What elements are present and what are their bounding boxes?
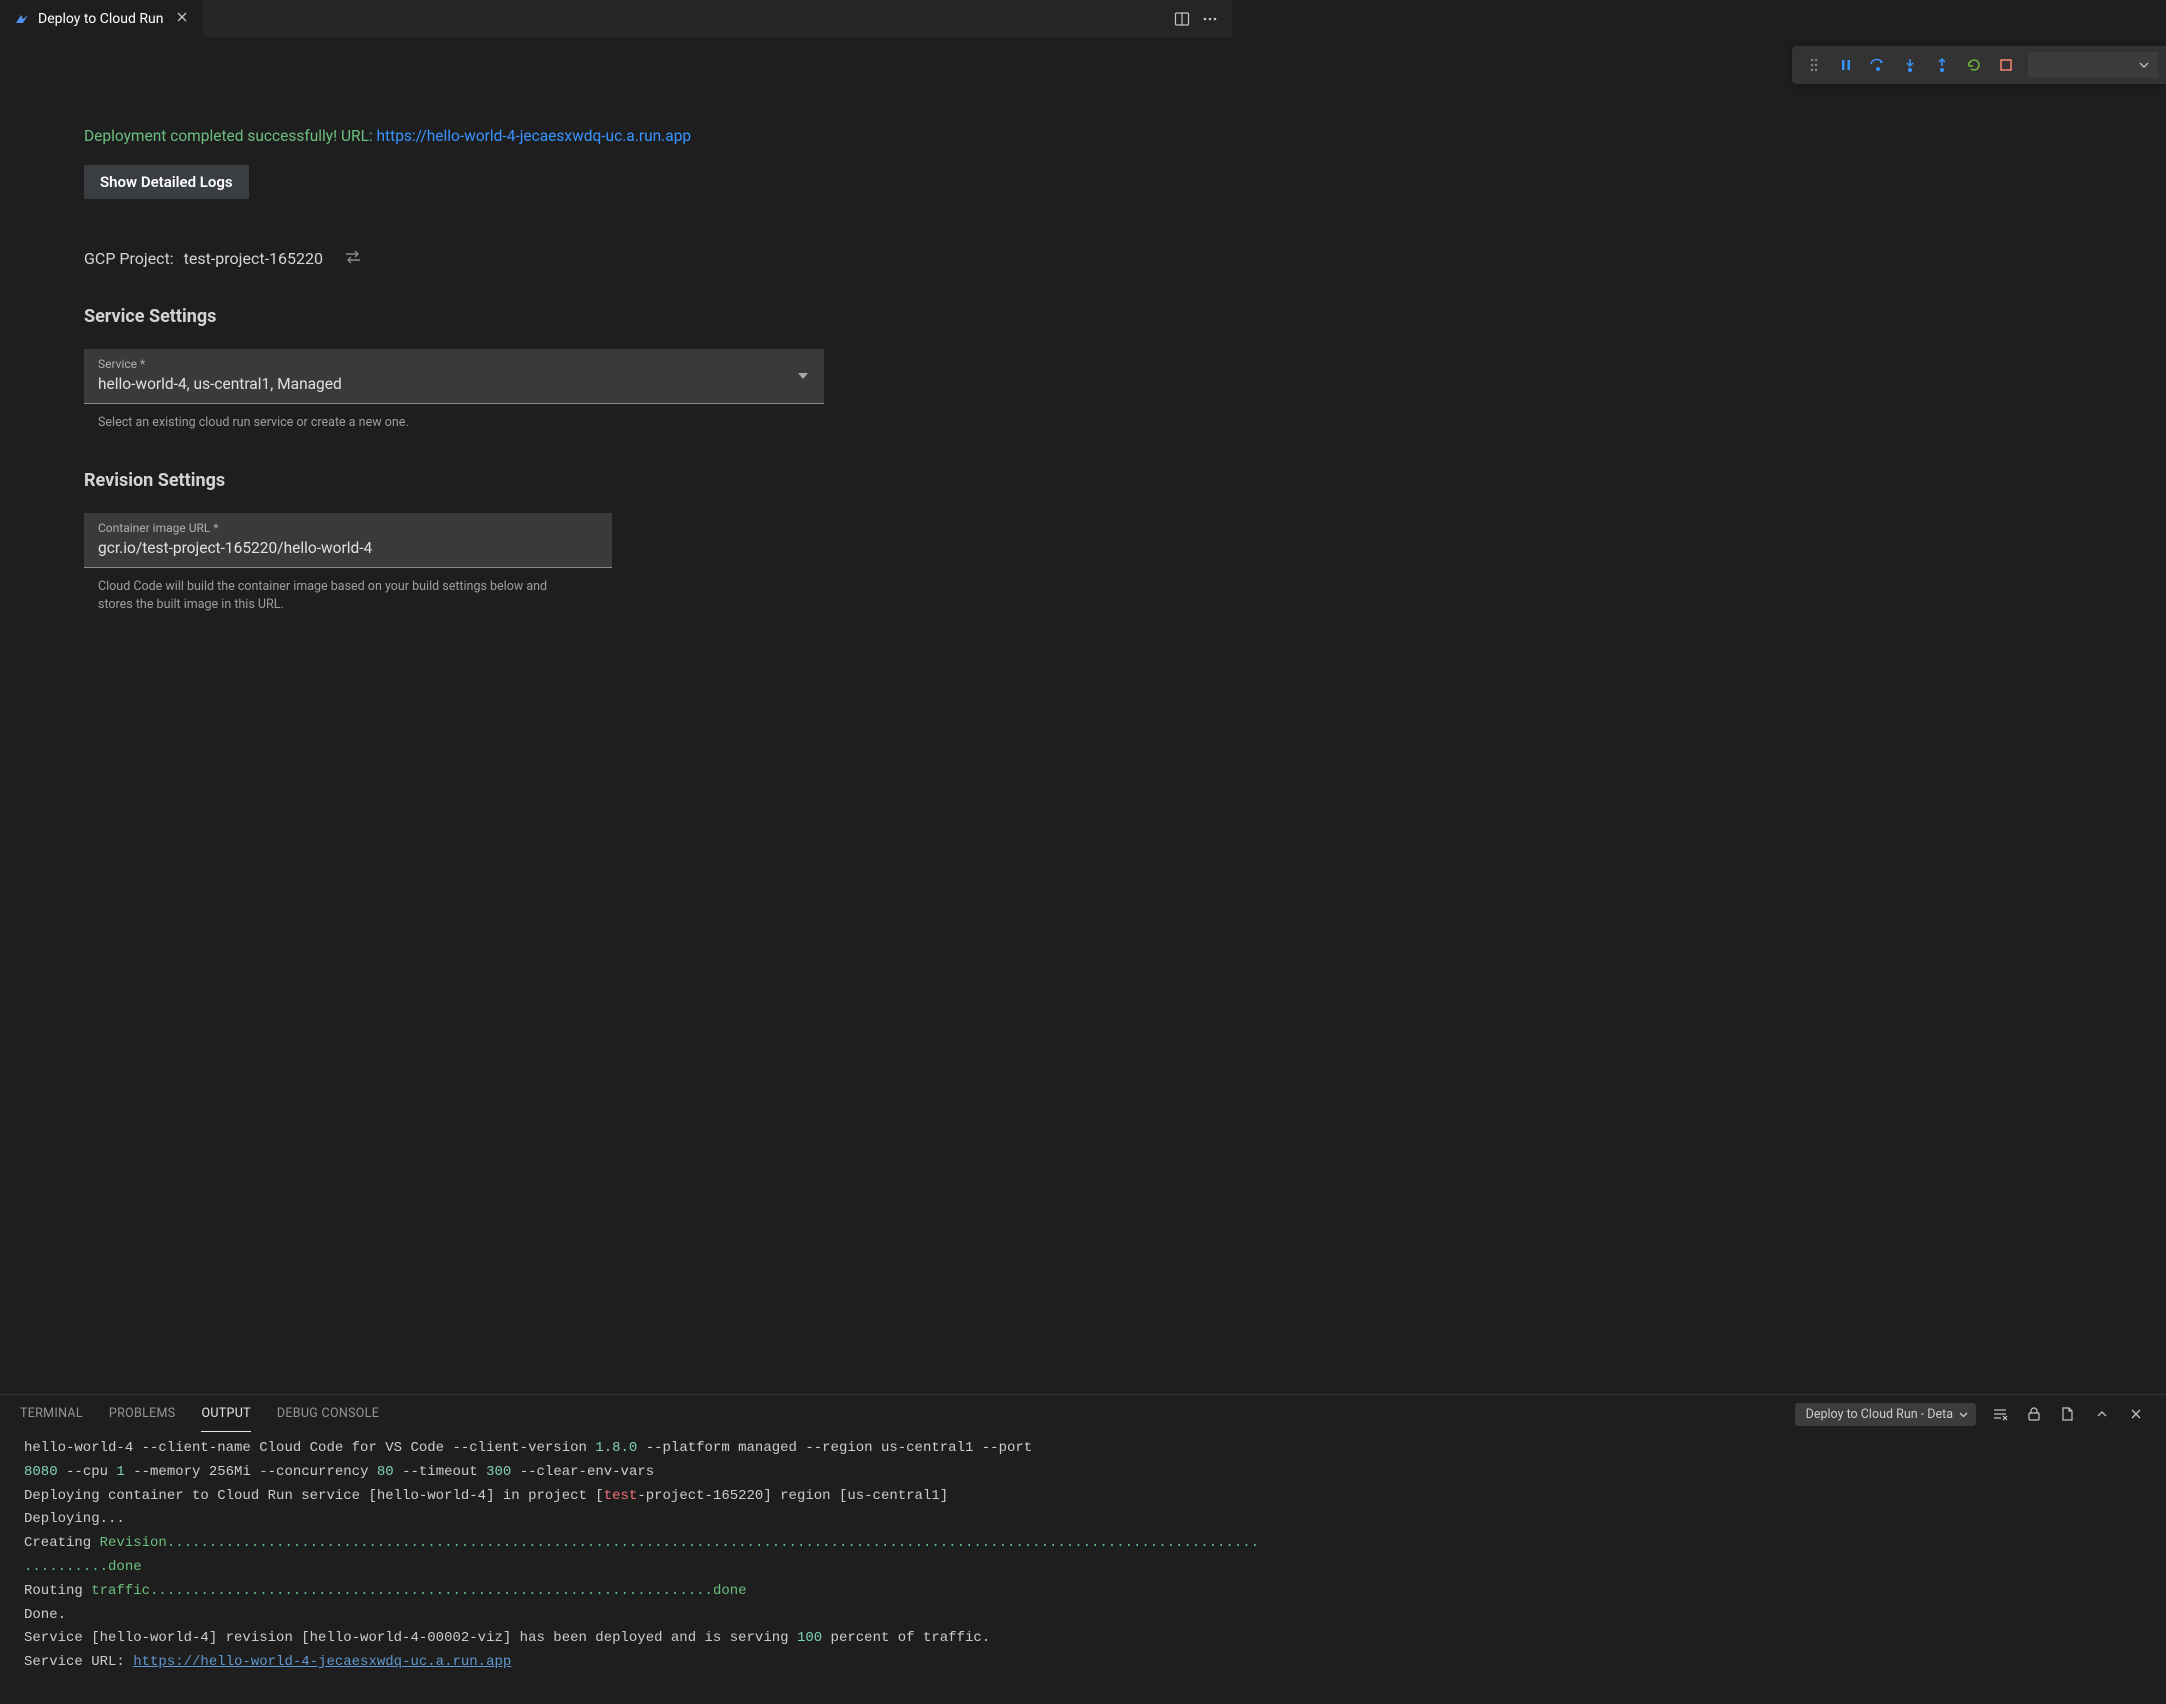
- service-select[interactable]: Service * hello-world-4, us-central1, Ma…: [84, 349, 824, 404]
- container-field-help: Cloud Code will build the container imag…: [84, 578, 584, 614]
- show-detailed-logs-button[interactable]: Show Detailed Logs: [84, 165, 249, 199]
- close-panel-icon[interactable]: [2126, 1404, 2146, 1424]
- gcp-project-value: test-project-165220: [184, 249, 323, 268]
- container-image-input[interactable]: Container image URL * gcr.io/test-projec…: [84, 513, 612, 568]
- service-field-value: hello-world-4, us-central1, Managed: [98, 375, 810, 393]
- output-channel-value: Deploy to Cloud Run - Deta: [1806, 1407, 1953, 1422]
- close-icon[interactable]: [171, 7, 193, 30]
- switch-project-icon[interactable]: [343, 249, 363, 268]
- service-field-label: Service *: [98, 357, 810, 371]
- more-actions-icon[interactable]: [1198, 7, 1222, 31]
- panel-tab-bar: TERMINAL PROBLEMS OUTPUT DEBUG CONSOLE D…: [0, 1395, 2166, 1433]
- tab-bar: Deploy to Cloud Run: [0, 0, 1232, 37]
- chevron-down-icon: [1958, 1409, 1969, 1424]
- open-log-file-icon[interactable]: [2058, 1404, 2078, 1424]
- container-field-value: gcr.io/test-project-165220/hello-world-4: [98, 539, 598, 557]
- chevron-up-icon[interactable]: [2092, 1404, 2112, 1424]
- split-editor-icon[interactable]: [1170, 7, 1194, 31]
- editor-content: Deployment completed successfully! URL: …: [0, 37, 2166, 1394]
- gcp-project-row: GCP Project: test-project-165220: [84, 249, 2082, 268]
- status-message: Deployment completed successfully! URL:: [84, 127, 377, 145]
- tab-terminal[interactable]: TERMINAL: [20, 1396, 83, 1432]
- service-settings-header: Service Settings: [84, 306, 2082, 327]
- tab-title: Deploy to Cloud Run: [38, 11, 163, 27]
- tab-output[interactable]: OUTPUT: [201, 1396, 250, 1432]
- cloud-run-icon: [14, 11, 30, 27]
- dropdown-arrow-icon: [798, 373, 808, 379]
- container-field-label: Container image URL *: [98, 521, 598, 535]
- panel-tab-group: TERMINAL PROBLEMS OUTPUT DEBUG CONSOLE: [20, 1396, 379, 1432]
- service-url-link[interactable]: https://hello-world-4-jecaesxwdq-uc.a.ru…: [133, 1654, 511, 1670]
- bottom-panel: TERMINAL PROBLEMS OUTPUT DEBUG CONSOLE D…: [0, 1394, 2166, 1704]
- panel-actions: Deploy to Cloud Run - Deta: [1795, 1403, 2146, 1426]
- output-channel-dropdown[interactable]: Deploy to Cloud Run - Deta: [1795, 1403, 1976, 1426]
- service-field-help: Select an existing cloud run service or …: [84, 414, 584, 432]
- output-content[interactable]: hello-world-4 --client-name Cloud Code f…: [0, 1433, 2166, 1704]
- clear-output-icon[interactable]: [1990, 1404, 2010, 1424]
- tab-deploy-cloud-run[interactable]: Deploy to Cloud Run: [0, 0, 204, 37]
- gcp-project-label: GCP Project:: [84, 249, 174, 268]
- tab-problems[interactable]: PROBLEMS: [109, 1396, 176, 1432]
- lock-scroll-icon[interactable]: [2024, 1404, 2044, 1424]
- deployment-status: Deployment completed successfully! URL: …: [84, 127, 2082, 145]
- tab-group-left: Deploy to Cloud Run: [0, 0, 204, 37]
- revision-settings-header: Revision Settings: [84, 470, 2082, 491]
- tab-debug-console[interactable]: DEBUG CONSOLE: [277, 1396, 379, 1432]
- editor-actions: [1160, 0, 1232, 37]
- deployment-url-link[interactable]: https://hello-world-4-jecaesxwdq-uc.a.ru…: [377, 127, 692, 145]
